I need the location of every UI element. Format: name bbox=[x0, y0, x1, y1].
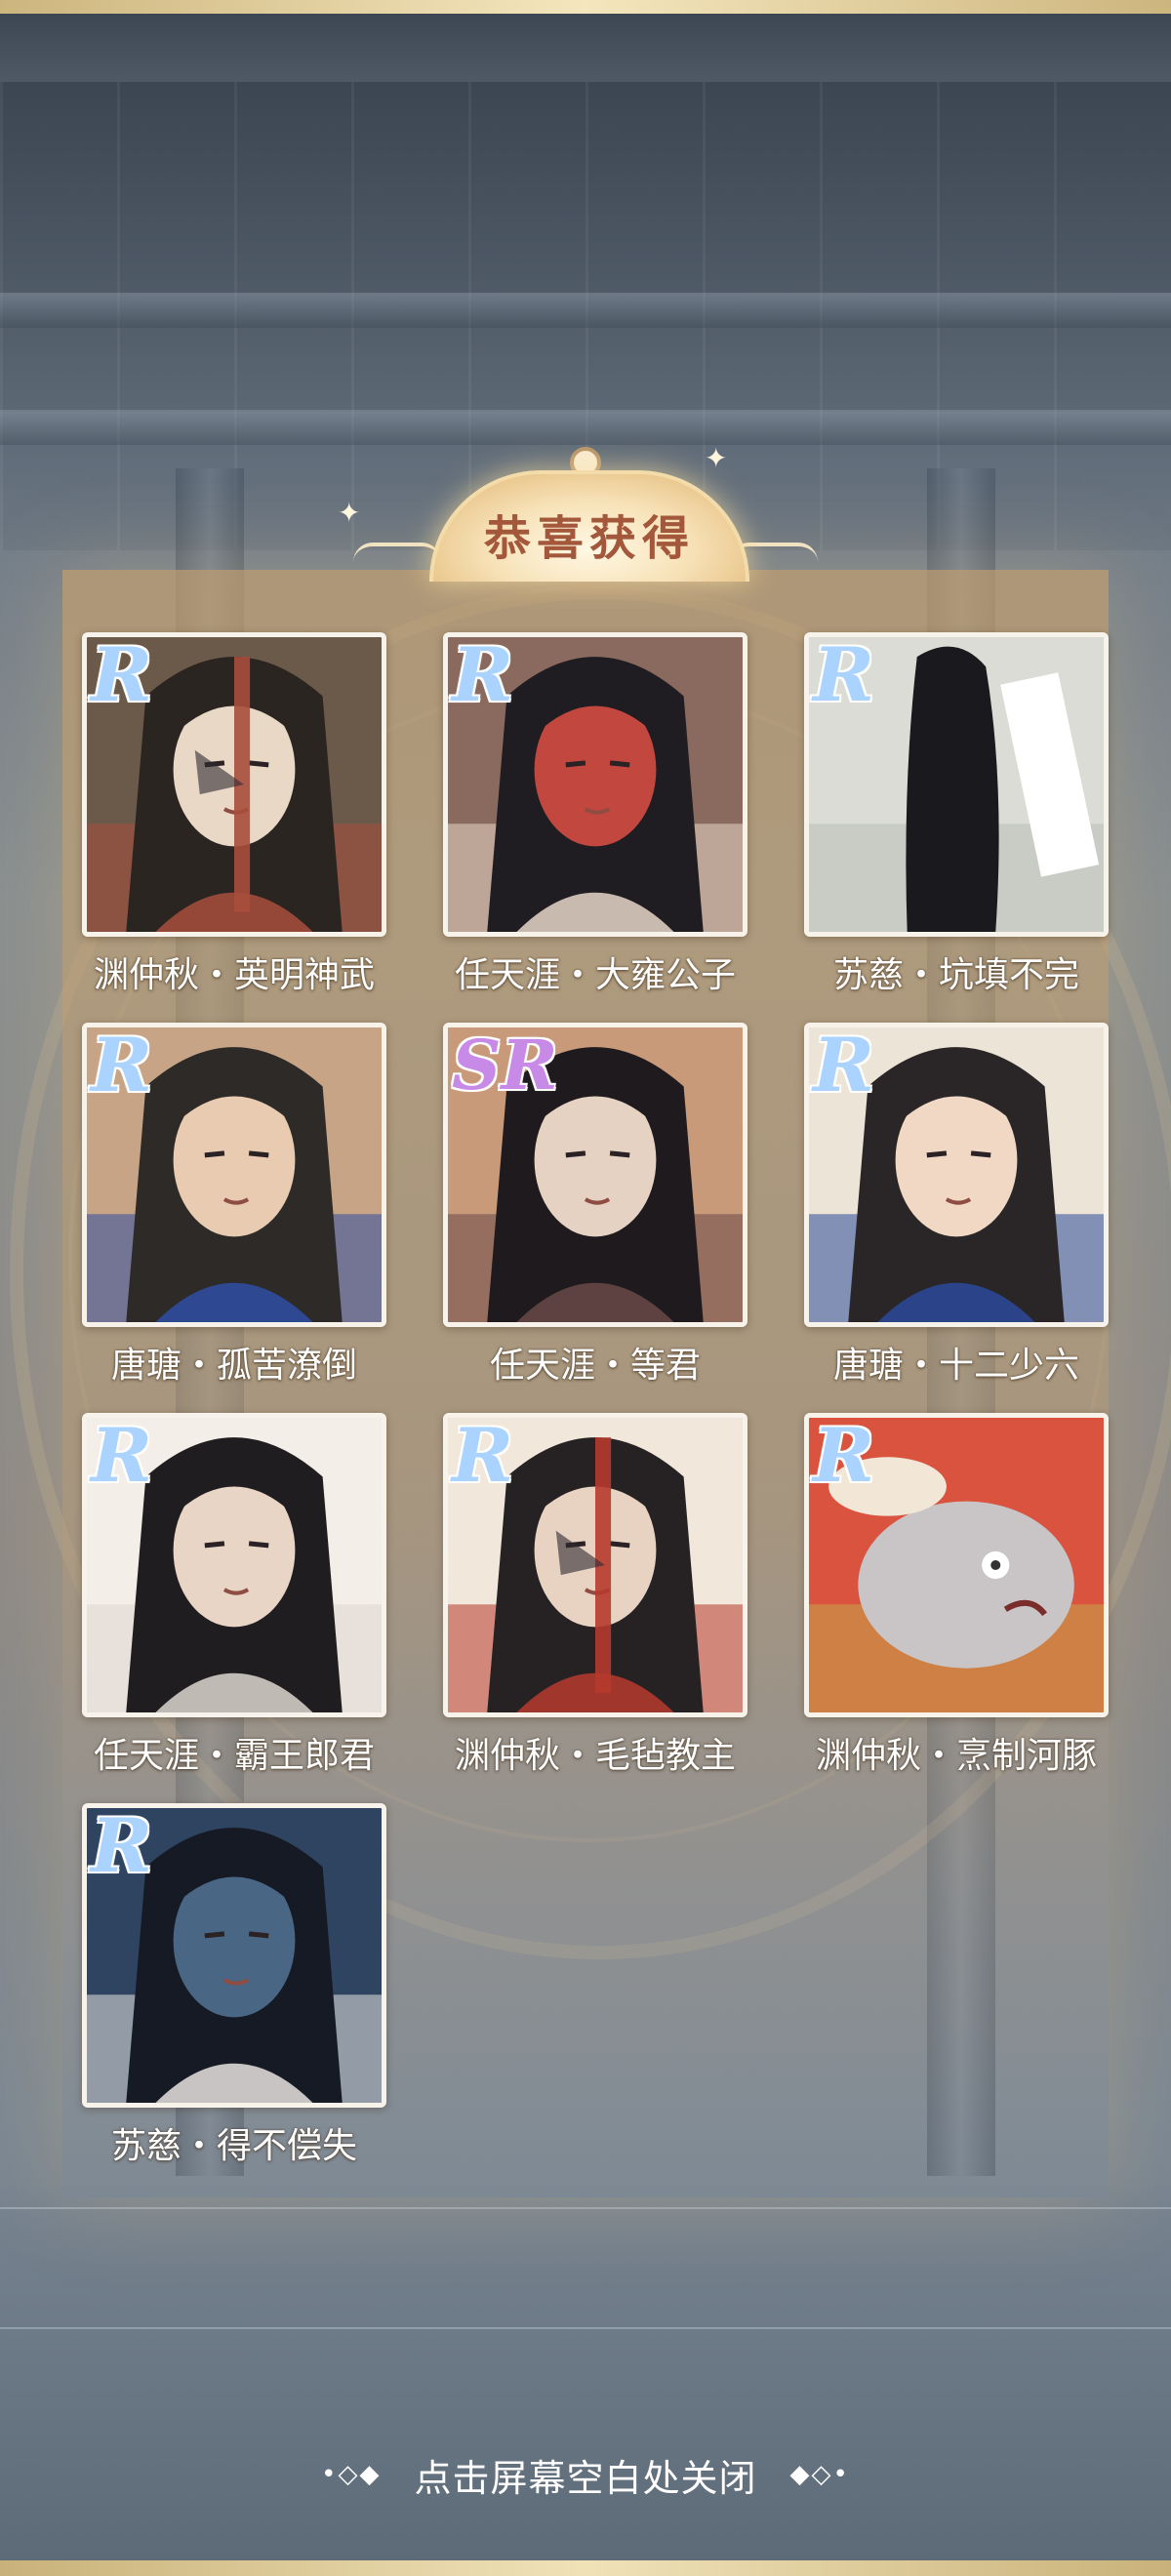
close-hint-text: 点击屏幕空白处关闭 bbox=[414, 2456, 757, 2500]
rarity-badge: R bbox=[813, 632, 875, 718]
rarity-badge: R bbox=[452, 632, 514, 718]
rarity-badge: R bbox=[91, 1413, 153, 1499]
diamond-ornament-icon: ◆◇• bbox=[789, 2460, 850, 2489]
top-border bbox=[0, 0, 1171, 14]
background-beam bbox=[0, 410, 1171, 445]
card-label: 唐瑭・十二少六 bbox=[832, 1346, 1079, 1386]
card-label: 任天涯・霸王郎君 bbox=[93, 1736, 375, 1776]
rarity-badge: SR bbox=[452, 1025, 558, 1106]
close-hint[interactable]: •◇◆ 点击屏幕空白处关闭 ◆◇• bbox=[0, 2447, 1171, 2502]
sparkle-icon: ✦ bbox=[338, 497, 361, 529]
card-1[interactable]: R bbox=[82, 632, 386, 937]
card-2[interactable]: R bbox=[443, 632, 747, 937]
rarity-badge: R bbox=[813, 1413, 875, 1499]
card-5[interactable]: SR bbox=[443, 1023, 747, 1327]
diamond-ornament-icon: •◇◆ bbox=[321, 2460, 382, 2489]
rarity-badge: R bbox=[452, 1413, 514, 1499]
card-label: 渊仲秋・毛毡教主 bbox=[454, 1736, 736, 1776]
card-8[interactable]: R bbox=[443, 1413, 747, 1717]
card-label: 渊仲秋・英明神武 bbox=[93, 955, 375, 995]
card-label: 苏慈・得不偿失 bbox=[110, 2126, 357, 2166]
page-title: 恭喜获得 bbox=[483, 511, 695, 566]
sparkle-icon: ✦ bbox=[705, 442, 728, 474]
title-wing-left bbox=[353, 543, 441, 566]
card-3[interactable]: R bbox=[804, 632, 1109, 937]
card-6[interactable]: R bbox=[804, 1023, 1109, 1327]
card-label: 苏慈・坑填不完 bbox=[832, 955, 1079, 995]
card-label: 唐瑭・孤苦潦倒 bbox=[110, 1346, 357, 1386]
rarity-badge: R bbox=[813, 1023, 875, 1108]
card-label: 任天涯・大雍公子 bbox=[454, 955, 736, 995]
card-10[interactable]: R bbox=[82, 1803, 386, 2108]
rarity-badge: R bbox=[91, 1023, 153, 1108]
background-floor bbox=[0, 2186, 1171, 2576]
background-beam bbox=[0, 293, 1171, 328]
top-band bbox=[0, 14, 1171, 82]
card-7[interactable]: R bbox=[82, 1413, 386, 1717]
floor-line bbox=[0, 2207, 1171, 2209]
card-label: 渊仲秋・烹制河豚 bbox=[815, 1736, 1097, 1776]
rarity-badge: R bbox=[91, 632, 153, 718]
floor-line bbox=[0, 2327, 1171, 2329]
bottom-border bbox=[0, 2560, 1171, 2576]
card-9[interactable]: R bbox=[804, 1413, 1109, 1717]
rarity-badge: R bbox=[91, 1803, 153, 1889]
card-4[interactable]: R bbox=[82, 1023, 386, 1327]
card-label: 任天涯・等君 bbox=[489, 1346, 701, 1386]
